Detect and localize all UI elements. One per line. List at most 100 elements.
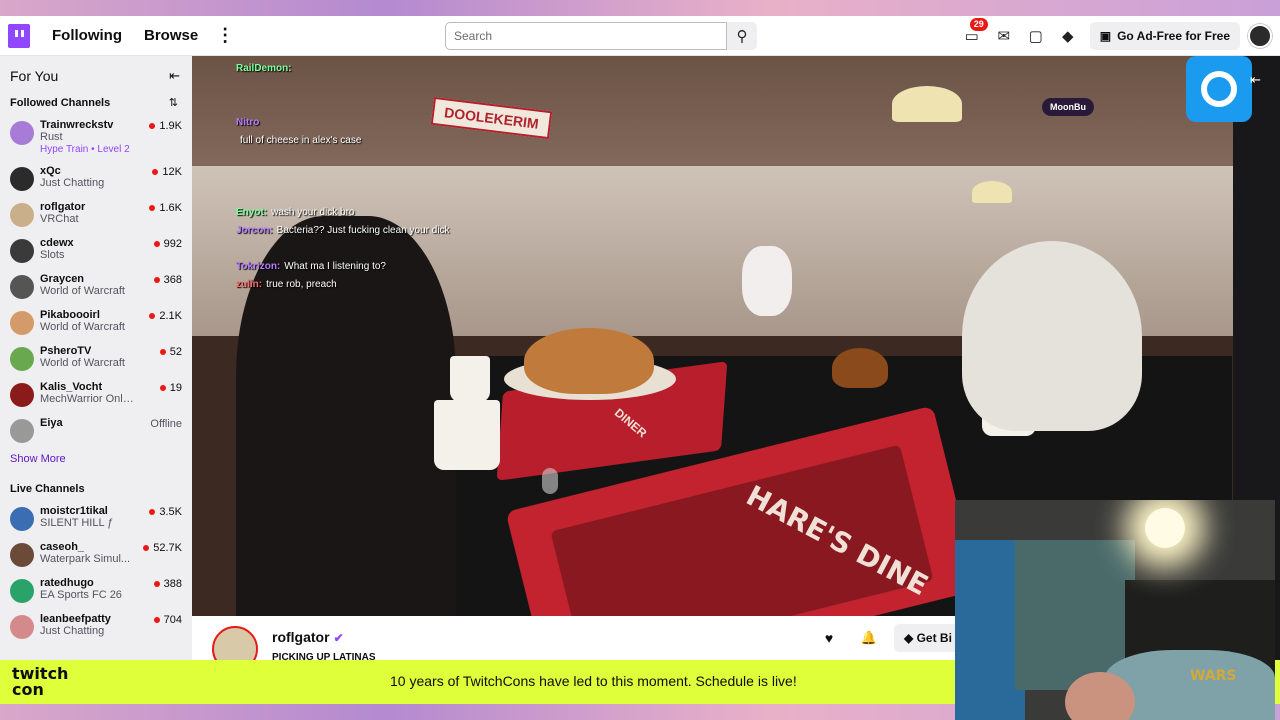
channel-game: Just Chatting (40, 625, 105, 637)
go-ad-free-button[interactable]: ▣ Go Ad-Free for Free (1089, 22, 1240, 50)
nav-browse[interactable]: Browse (144, 27, 198, 44)
overlay-tag: MoonBu (1042, 98, 1094, 116)
ceiling-lamp (892, 86, 962, 122)
banner-text: 10 years of TwitchCons have led to this … (390, 673, 797, 689)
channel-avatar (10, 203, 34, 227)
followed-channel-list: Trainwreckstv Rust Hype Train • Level 2 1.9… (0, 115, 192, 449)
viewer-count-value: 52 (169, 346, 182, 358)
viewer-count-value: 704 (163, 614, 182, 626)
mail-icon: ✉ (997, 28, 1011, 45)
viewer-count: 368 (153, 274, 182, 286)
search-icon: ⚲ (736, 28, 748, 45)
live-indicator-icon (153, 617, 160, 623)
sidebar-channel-item[interactable]: Trainwreckstv Rust Hype Train • Level 2 1.9… (0, 115, 192, 161)
viewer-count-value: 19 (169, 382, 182, 394)
chat-username[interactable]: Enyot: (236, 204, 267, 222)
sort-icon[interactable]: ⇅ (169, 96, 178, 109)
channel-avatar (10, 507, 34, 531)
notifications-button[interactable]: ▭ 29 (956, 18, 988, 52)
chat-message (236, 96, 546, 114)
live-indicator-icon (159, 349, 166, 355)
collapse-sidebar-icon[interactable]: ⇤ (169, 68, 180, 84)
chat-message (236, 150, 546, 168)
chat-message: Enyot: wash your dick bro (236, 204, 546, 222)
chat-username[interactable]: zulin: (236, 276, 262, 294)
sidebar-channel-item[interactable]: roflgator VRChat 1.6K (0, 197, 192, 233)
show-more-link[interactable]: Show More (0, 449, 192, 473)
nav-following[interactable]: Following (52, 27, 122, 44)
search-button[interactable]: ⚲ (727, 22, 757, 50)
notification-badge: 29 (969, 18, 988, 31)
sidebar-channel-item[interactable]: Pikaboooirl World of Warcraft 2.1K (0, 305, 192, 341)
viewer-count-value: 3.5K (159, 506, 182, 518)
sidebar-channel-item[interactable]: Graycen World of Warcraft 368 (0, 269, 192, 305)
vr-avatar (962, 241, 1142, 431)
chat-text: wash your dick bro (271, 207, 355, 218)
search-input[interactable] (445, 22, 727, 50)
chat-username[interactable]: Nitro (236, 114, 259, 132)
viewer-count-value: 368 (163, 274, 182, 286)
expand-chat-icon[interactable]: ⇤ (1250, 72, 1261, 88)
chat-message: Nitro (236, 114, 546, 132)
ceiling-lamp (972, 181, 1012, 203)
chat-username[interactable]: RailDemon: (236, 60, 292, 78)
sidebar-channel-item[interactable]: cdewx Slots 992 (0, 233, 192, 269)
more-options-icon[interactable]: ⋮ (216, 25, 234, 46)
sidebar-channel-item[interactable]: Kalis_Vocht MechWarrior Online 19 (0, 377, 192, 413)
viewer-count-value: Offline (150, 418, 182, 430)
follow-button[interactable]: ♥ (817, 626, 841, 650)
chat-text: Bacteria?? Just fucking clean your dick (276, 225, 450, 236)
viewer-count: 19 (159, 382, 182, 394)
prime-crown-icon: ▣ (1099, 29, 1112, 43)
chat-message: Jorcon: Bacteria?? Just fucking clean you… (236, 222, 546, 240)
channel-game: World of Warcraft (40, 357, 125, 369)
sidebar-channel-item[interactable]: PsheroTV World of Warcraft 52 (0, 341, 192, 377)
chat-message (236, 186, 546, 204)
channel-game: SILENT HILL ƒ (40, 517, 114, 529)
viewer-count-value: 1.6K (159, 202, 182, 214)
sidebar-channel-item[interactable]: ratedhugo EA Sports FC 26 388 (0, 573, 192, 609)
viewer-count-value: 52.7K (153, 542, 182, 554)
twitchcon-logo-line2: con (12, 680, 44, 699)
activity-button[interactable]: ▢ (1020, 20, 1052, 52)
sidebar-channel-item[interactable]: xQc Just Chatting 12K (0, 161, 192, 197)
viewer-count: 2.1K (149, 310, 182, 322)
chat-bubble-icon: ▢ (1028, 28, 1043, 45)
viewer-count-value: 1.9K (159, 120, 182, 132)
channel-avatar (10, 615, 34, 639)
live-indicator-icon (152, 169, 159, 175)
viewer-count: 992 (153, 238, 182, 250)
sidebar-channel-item[interactable]: caseoh_ Waterpark Simul... 52.7K (0, 537, 192, 573)
channel-avatar (10, 275, 34, 299)
heart-icon: ♥ (824, 630, 834, 646)
chat-text: true rob, preach (266, 279, 337, 290)
chat-username[interactable]: Tokrizon: (236, 258, 280, 276)
live-indicator-icon (149, 313, 156, 319)
get-bits-button[interactable]: ◆ Get Bi (894, 624, 962, 652)
live-indicator-icon (149, 509, 156, 515)
channel-name[interactable]: roflgator (272, 629, 330, 645)
whispers-button[interactable]: ✉ (988, 20, 1020, 52)
viewer-count: Offline (150, 418, 182, 430)
sidebar-channel-item[interactable]: leanbeefpatty Just Chatting 704 (0, 609, 192, 645)
top-nav: Following Browse ⋮ ⚲ ▭ 29 ✉ ▢ ◆ ▣ Go Ad-… (0, 16, 1280, 56)
viewer-count: 1.9K (149, 120, 182, 132)
user-avatar[interactable] (1248, 24, 1272, 48)
live-indicator-icon (153, 277, 160, 283)
channel-game: Waterpark Simul... (40, 553, 131, 565)
chat-message: RailDemon: (236, 60, 546, 78)
chat-message: full of cheese in alex's case (236, 132, 546, 150)
sidebar: For You ⇤ Followed Channels ⇅ Trainwreck… (0, 56, 192, 660)
nav-right-actions: ▭ 29 ✉ ▢ ◆ ▣ Go Ad-Free for Free (956, 16, 1272, 56)
vr-avatar (742, 246, 792, 316)
notification-bell-button[interactable]: 🔔 (857, 626, 881, 650)
sidebar-channel-item[interactable]: moistcr1tikal SILENT HILL ƒ 3.5K (0, 501, 192, 537)
bits-button[interactable]: ◆ (1052, 20, 1084, 52)
viewer-count: 3.5K (149, 506, 182, 518)
twitch-logo-icon[interactable] (8, 23, 30, 48)
sidebar-channel-item[interactable]: Eiya Offline (0, 413, 192, 449)
channel-game: EA Sports FC 26 (40, 589, 122, 601)
twitchcon-logo: twitch con (12, 666, 68, 698)
chat-username[interactable]: Jorcon: (236, 222, 273, 240)
viewer-count: 52 (159, 346, 182, 358)
